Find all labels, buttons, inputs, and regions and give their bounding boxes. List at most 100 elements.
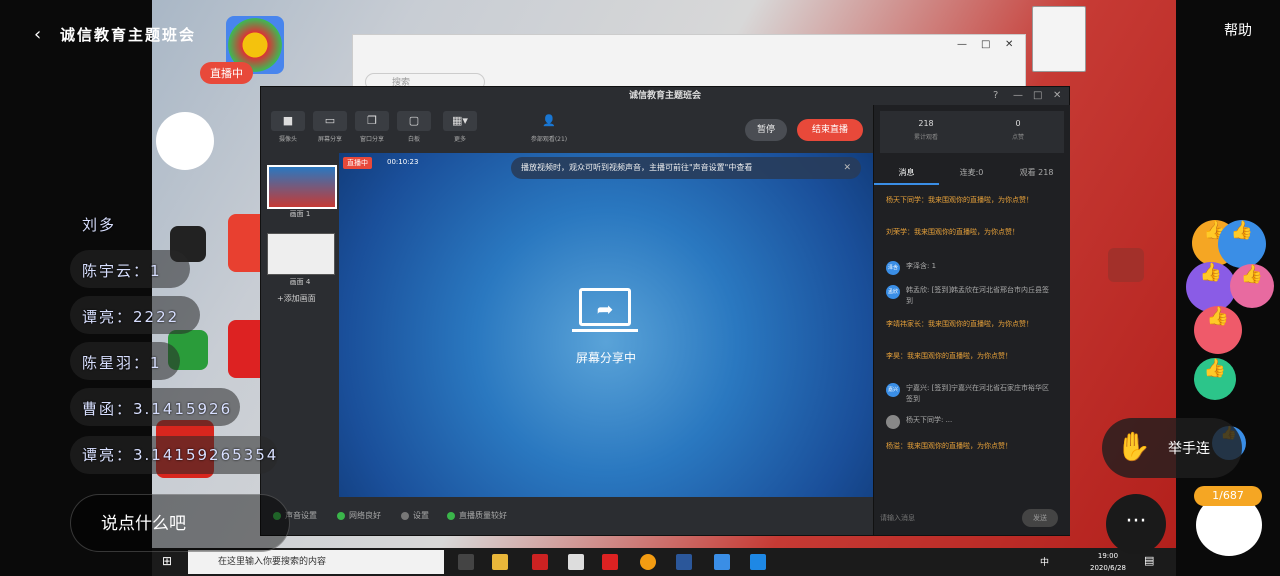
windows-taskbar: ⊞ 在这里输入你要搜索的内容 中 19:00 2020/6/28 ▤: [152, 548, 1176, 576]
clock-time: 19:00: [1097, 552, 1119, 560]
live-status-badge: 直播中: [200, 62, 253, 84]
settings-button[interactable]: 设置: [401, 510, 429, 521]
raise-hand-button[interactable]: ✋ 举手连: [1102, 418, 1242, 478]
chat-text: 宁嘉兴: [签到]宁嘉兴在河北省石家庄市裕华区签到: [906, 384, 1050, 403]
page-thumb-1-label: 画面 1: [289, 210, 311, 218]
mail-icon[interactable]: [568, 554, 584, 570]
stat-views: 218 累计观看: [880, 119, 972, 141]
tab-underline: [874, 183, 939, 185]
avatar: 孟欣: [886, 285, 900, 299]
chat-text: 我来围观你的直播啦，为你点赞！: [907, 442, 1012, 450]
maximize-icon[interactable]: □: [1033, 90, 1042, 101]
close-icon[interactable]: ✕: [1005, 39, 1013, 50]
minimize-icon[interactable]: —: [1013, 90, 1023, 101]
audio-tip: 播放视频时，观众可听到视频声音，主播可前往"声音设置"中查看 ✕: [511, 157, 861, 179]
desktop-icon-sogou[interactable]: [156, 112, 214, 170]
windows-start-icon[interactable]: ⊞: [162, 554, 172, 568]
stat-likes-label: 点赞: [1011, 134, 1024, 141]
participants-button[interactable]: 👤 参部观看(21): [527, 111, 571, 143]
like-icon: 👍: [1194, 306, 1242, 354]
chat-message: 刘荣学：我来围观你的直播啦，为你点赞！: [886, 227, 1062, 238]
page-thumb-1[interactable]: [267, 165, 337, 209]
camera-label: 摄像头: [278, 136, 297, 143]
chat-message: 孟欣 韩孟欣: [签到]韩孟欣在河北省邢台市内丘县签到: [886, 285, 1062, 307]
like-icon: 👍: [1230, 264, 1274, 308]
more-button[interactable]: ▦▾ 更多: [441, 111, 479, 143]
participants-icon: 👤: [542, 114, 556, 127]
live-app-window: 诚信教育主题班会 ? — □ ✕ ■ 摄像头 ▭ 屏幕分享 ❐ 窗口分享 ▢ 白…: [260, 86, 1070, 536]
tab-viewers[interactable]: 观看 218: [1004, 167, 1069, 178]
more-options-button[interactable]: ···: [1106, 494, 1166, 554]
chat-message: 杨溢：我来围观你的直播啦，为你点赞！: [886, 441, 1062, 452]
taskbar-search[interactable]: 在这里输入你要搜索的内容: [188, 550, 444, 574]
taskbar-clock[interactable]: 19:00 2020/6/28: [1090, 550, 1126, 574]
chat-text: 我来围观你的直播啦，为你点赞！: [907, 352, 1012, 360]
chat-sender: 李靖祎家长：: [886, 320, 928, 328]
screen-share-icon: ➦: [579, 288, 631, 326]
back-icon[interactable]: ‹: [34, 24, 41, 45]
live-tag: 直播中: [343, 157, 372, 169]
page-thumb-4[interactable]: [267, 233, 335, 275]
app-icon[interactable]: [714, 554, 730, 570]
tab-messages[interactable]: 消息: [874, 167, 939, 178]
end-live-button[interactable]: 结束直播: [797, 119, 863, 141]
file-explorer-icon[interactable]: [492, 554, 508, 570]
status-bar: 声音设置 网络良好 设置 直播质量较好: [261, 497, 873, 535]
chat-panel: 218 累计观看 0 点赞 消息 连麦:0 观看 218 杨天下同学：我来围观你…: [873, 105, 1070, 535]
send-button[interactable]: 发送: [1022, 509, 1058, 527]
close-icon[interactable]: ✕: [1053, 90, 1061, 101]
quality-icon: [447, 511, 455, 520]
whiteboard-label: 白板: [407, 136, 420, 143]
mic-icon[interactable]: [1108, 248, 1144, 282]
comment-overlay: 谭亮：3.14159265354: [82, 446, 279, 464]
ime-indicator[interactable]: 中: [1040, 555, 1049, 568]
live-title: 诚信教育主题班会: [60, 26, 197, 44]
quality-label: 直播质量较好: [459, 511, 507, 520]
comment-input[interactable]: 说点什么吧: [70, 494, 290, 552]
youdao-icon[interactable]: [602, 554, 618, 570]
minimize-icon[interactable]: —: [957, 39, 967, 50]
window-share-label: 窗口分享: [359, 136, 384, 143]
comment-overlay: 刘多: [82, 216, 117, 234]
page-thumbnails: 画面 1 画面 4 +添加画面: [261, 153, 339, 535]
chat-message: 李靖祎家长：我来围观你的直播啦，为你点赞！: [886, 319, 1062, 330]
window-share-button[interactable]: ❐ 窗口分享: [353, 111, 391, 143]
close-icon[interactable]: ✕: [843, 157, 851, 179]
screen-share-icon-base: [572, 329, 638, 332]
screen-preview: 直播中 00:10:23 播放视频时，观众可听到视频声音，主播可前往"声音设置"…: [339, 153, 873, 497]
network-status: 网络良好: [337, 510, 381, 521]
quality-status: 直播质量较好: [447, 510, 507, 521]
live-app-icon[interactable]: [750, 554, 766, 570]
desktop-icon-pdf[interactable]: [1032, 6, 1086, 72]
camera-button[interactable]: ■ 摄像头: [269, 111, 307, 143]
chat-sender: 李昊：: [886, 352, 907, 360]
participants-label: 参部观看(21): [530, 136, 568, 143]
window-share-icon: ❐: [355, 111, 389, 131]
chat-input[interactable]: 请输入消息 发送: [880, 507, 1064, 529]
chat-sender: 杨溢：: [886, 442, 907, 450]
chat-text: 我来围观你的直播啦，为你点赞！: [928, 196, 1033, 204]
pause-button[interactable]: 暂停: [745, 119, 787, 141]
help-icon[interactable]: ?: [993, 90, 998, 101]
firefox-icon[interactable]: [640, 554, 656, 570]
whiteboard-button[interactable]: ▢ 白板: [395, 111, 433, 143]
avatar: [886, 415, 900, 429]
chat-input-placeholder: 请输入消息: [880, 514, 915, 522]
taskbar-search-placeholder: 在这里输入你要搜索的内容: [218, 557, 327, 567]
maximize-icon[interactable]: □: [981, 39, 990, 50]
chat-text: 我来围观你的直播啦，为你点赞！: [914, 228, 1019, 236]
settings-label: 设置: [413, 511, 429, 520]
app-icon[interactable]: [532, 554, 548, 570]
notification-icon[interactable]: ▤: [1144, 554, 1154, 567]
tab-mic[interactable]: 连麦:0: [939, 167, 1004, 178]
comment-overlay: 曹函：3.1415926: [82, 400, 233, 418]
stats-box: 218 累计观看 0 点赞: [880, 111, 1064, 153]
screen-share-button[interactable]: ▭ 屏幕分享: [311, 111, 349, 143]
help-button[interactable]: 帮助: [1224, 20, 1252, 40]
add-page-button[interactable]: +添加画面: [277, 293, 316, 304]
chat-message: 杨天下同学：我来围观你的直播啦，为你点赞！: [886, 195, 1062, 206]
word-icon[interactable]: [676, 554, 692, 570]
comment-overlay: 谭亮：2222: [82, 308, 180, 326]
like-count-badge: 1/687: [1194, 486, 1262, 506]
task-view-icon[interactable]: [458, 554, 474, 570]
